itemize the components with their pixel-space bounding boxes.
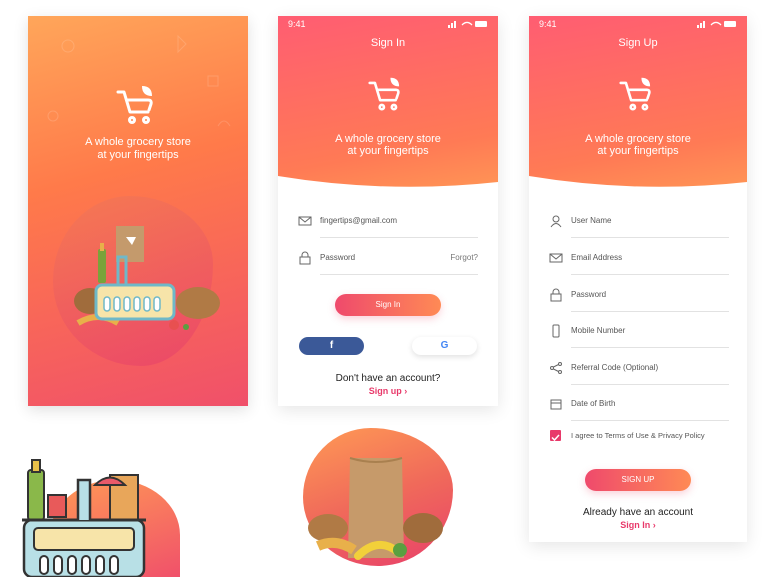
field-underline — [320, 274, 478, 275]
dob-field[interactable]: Date of Birth — [549, 393, 729, 421]
signin-link[interactable]: Sign In › — [529, 520, 747, 530]
cart-logo-icon — [116, 86, 153, 124]
field-underline — [320, 237, 478, 238]
grocery-basket-illustration — [22, 459, 146, 577]
dob-placeholder: Date of Birth — [571, 399, 616, 408]
signup-link[interactable]: Sign up › — [278, 386, 498, 396]
grocery-basket-illustration — [74, 226, 220, 330]
signup-tagline-line2: at your fingertips — [597, 145, 679, 157]
forgot-link[interactable]: Forgot? — [450, 253, 478, 262]
phone-icon — [552, 324, 560, 338]
checkmark-icon — [551, 434, 560, 442]
have-account-text: Already have an account — [582, 507, 694, 518]
field-underline — [571, 420, 729, 421]
header-wave — [278, 176, 498, 206]
email-value: fingertips@gmail.com — [320, 216, 398, 225]
splash-tagline-line2: at your fingertips — [97, 149, 179, 161]
password-field[interactable]: Password Forgot? — [298, 247, 478, 275]
password-placeholder: Password — [571, 290, 607, 299]
email-field[interactable]: fingertips@gmail.com — [298, 210, 478, 238]
google-icon: G — [440, 340, 449, 351]
signin-link-label: Sign In — [620, 520, 651, 530]
header-wave — [529, 176, 747, 206]
mail-icon — [298, 216, 312, 226]
status-icons — [697, 21, 736, 28]
facebook-icon: f — [329, 340, 334, 351]
google-login-button[interactable]: G — [412, 337, 477, 355]
facebook-login-button[interactable]: f — [299, 337, 364, 355]
chevron-right-icon: › — [652, 520, 656, 530]
lock-icon — [299, 251, 311, 265]
email-placeholder: Email Address — [571, 253, 623, 262]
signin-tagline-line2: at your fingertips — [347, 145, 429, 157]
mobile-placeholder: Mobile Number — [571, 326, 626, 335]
field-underline — [571, 384, 729, 385]
status-time: 9:41 — [288, 19, 306, 29]
field-underline — [571, 237, 729, 238]
mail-icon — [549, 253, 563, 263]
username-placeholder: User Name — [571, 216, 612, 225]
status-time: 9:41 — [539, 19, 557, 29]
paper-bag-illustration — [308, 457, 443, 560]
referral-placeholder: Referral Code (Optional) — [571, 363, 659, 372]
status-icons — [448, 21, 487, 28]
screen-title: Sign Up — [618, 37, 658, 49]
cart-logo-icon — [368, 77, 400, 111]
splash-tagline-line1: A whole grocery store — [85, 136, 191, 148]
screen-title: Sign In — [370, 37, 406, 49]
cart-logo-icon — [619, 77, 651, 111]
signup-button[interactable]: SIGN UP — [585, 469, 691, 491]
share-icon — [550, 362, 562, 374]
user-icon — [550, 215, 562, 228]
signin-button[interactable]: Sign In — [335, 294, 441, 316]
basket-illustration-block — [0, 450, 180, 577]
field-underline — [571, 347, 729, 348]
lock-icon — [550, 288, 562, 302]
email-field[interactable]: Email Address — [549, 247, 729, 275]
username-field[interactable]: User Name — [549, 210, 729, 238]
chevron-right-icon: › — [404, 386, 408, 396]
signup-link-label: Sign up — [368, 386, 402, 396]
signin-screen: 9:41 Sign In A whole grocery store at yo… — [278, 16, 498, 406]
calendar-icon — [550, 399, 562, 410]
referral-field[interactable]: Referral Code (Optional) — [549, 357, 729, 385]
mobile-field[interactable]: Mobile Number — [549, 320, 729, 348]
paper-bag-illustration-block — [298, 428, 458, 568]
agree-text: I agree to Terms of Use & Privacy Policy — [571, 431, 705, 440]
password-field[interactable]: Password — [549, 284, 729, 312]
agree-checkbox[interactable] — [550, 430, 561, 442]
no-account-text: Don't have an account? — [335, 373, 441, 384]
field-underline — [571, 311, 729, 312]
signup-screen: 9:41 Sign Up A whole grocery store at yo… — [529, 16, 747, 542]
field-underline — [571, 274, 729, 275]
password-placeholder: Password — [320, 253, 356, 262]
splash-screen: A whole grocery store at your fingertips — [28, 16, 248, 406]
